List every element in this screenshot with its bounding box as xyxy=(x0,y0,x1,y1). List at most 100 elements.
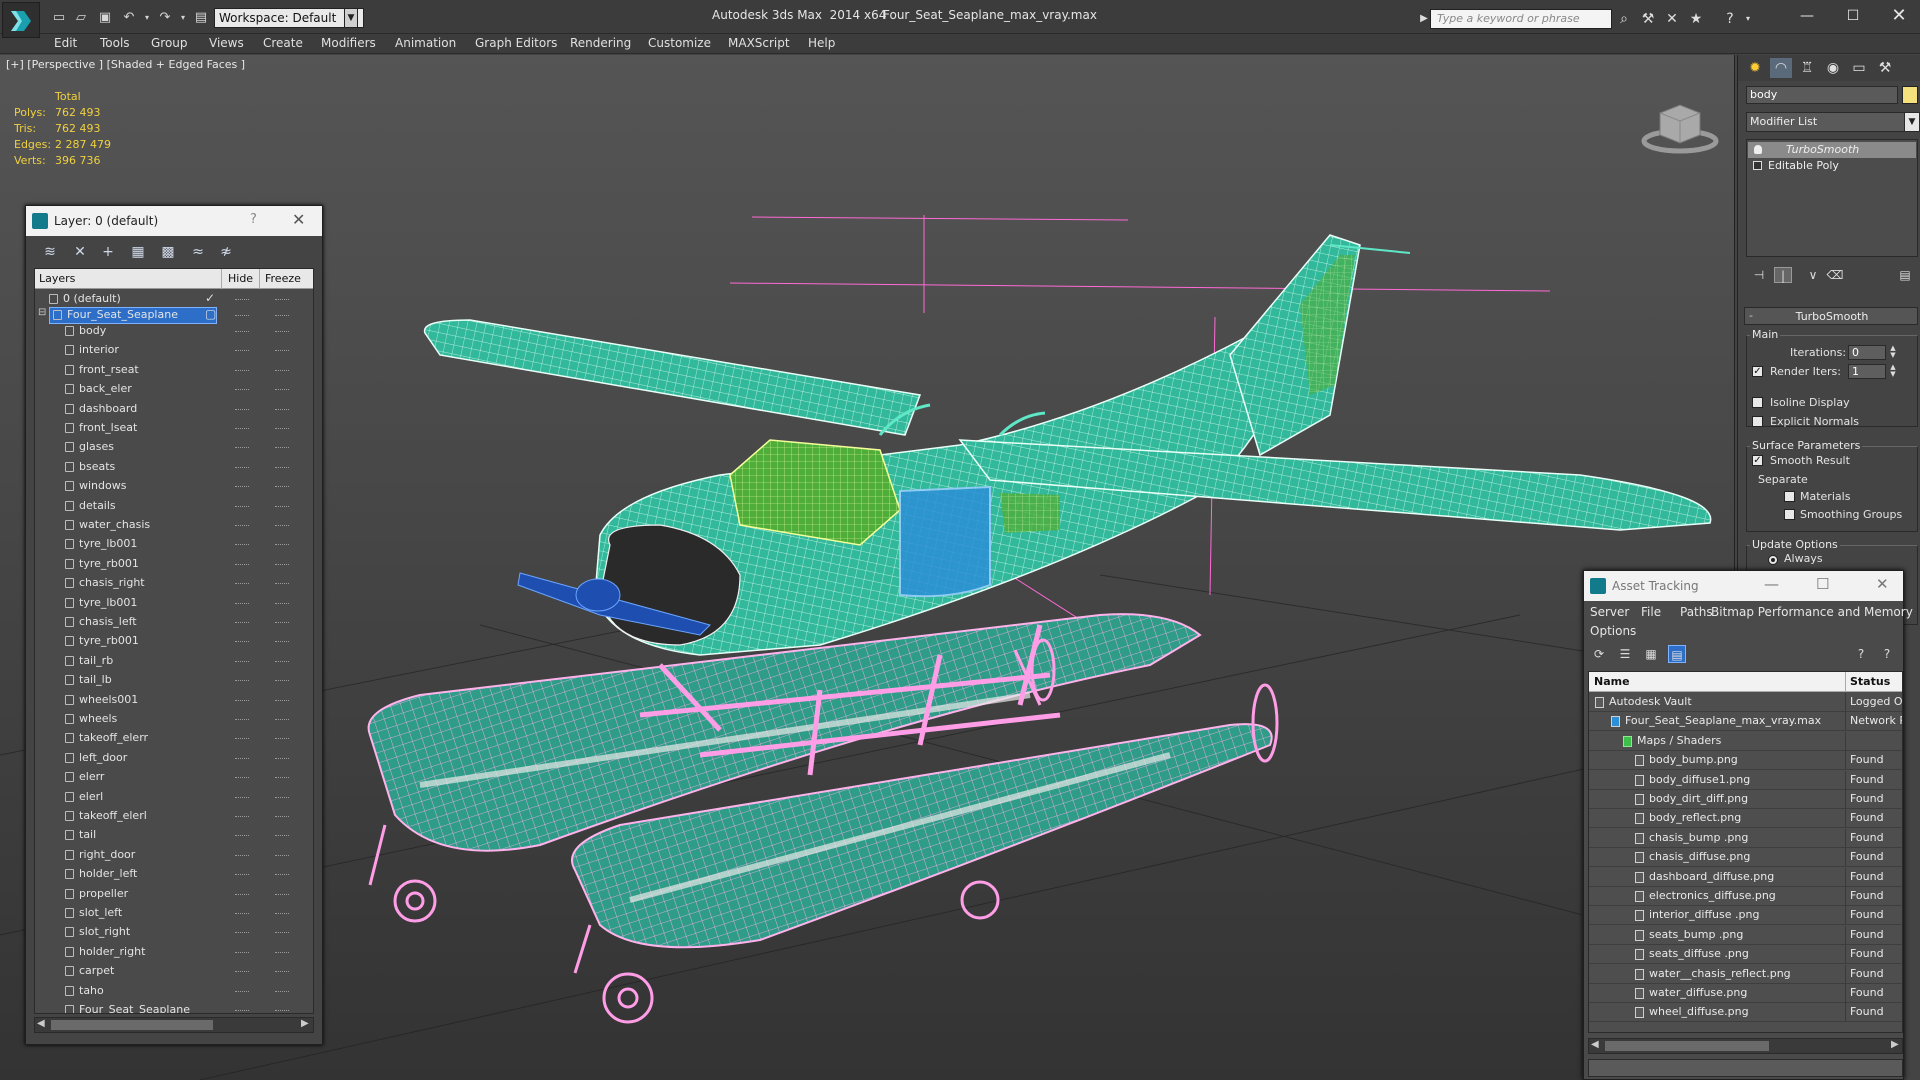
layer-object-row[interactable]: elerr xyxy=(35,768,313,787)
layer-object-row[interactable]: windows xyxy=(35,477,313,496)
stack-item-editable-poly[interactable]: Editable Poly xyxy=(1748,158,1916,174)
layer-object-row[interactable]: wheels001 xyxy=(35,691,313,710)
hide-toggle[interactable] xyxy=(235,796,249,798)
layer-object-row[interactable]: details xyxy=(35,497,313,516)
layer-object-row[interactable]: chasis_right xyxy=(35,574,313,593)
hide-toggle[interactable] xyxy=(235,447,249,449)
minimize-button[interactable]: — xyxy=(1792,4,1822,28)
freeze-toggle[interactable] xyxy=(275,660,289,662)
close-button[interactable]: ✕ xyxy=(1876,575,1889,593)
menu-views[interactable]: Views xyxy=(209,36,244,50)
column-layers[interactable]: Layers xyxy=(39,272,75,285)
column-status[interactable]: Status xyxy=(1850,675,1890,688)
layer-object-row[interactable]: back_eler xyxy=(35,380,313,399)
freeze-toggle[interactable] xyxy=(275,874,289,876)
explicit-normals-checkbox[interactable] xyxy=(1752,416,1763,427)
freeze-toggle[interactable] xyxy=(275,777,289,779)
hide-toggle[interactable] xyxy=(235,315,249,316)
menu-rendering[interactable]: Rendering xyxy=(570,36,631,50)
lightbulb-icon[interactable] xyxy=(1754,145,1762,154)
modify-tab-icon[interactable]: ◠ xyxy=(1770,58,1792,78)
layer-close-button[interactable]: ✕ xyxy=(292,210,305,229)
hide-toggle[interactable] xyxy=(235,971,249,973)
menu-create[interactable]: Create xyxy=(263,36,303,50)
hide-toggle[interactable] xyxy=(235,854,249,856)
show-end-result-icon[interactable]: | xyxy=(1774,267,1792,283)
help-tooltip-icon[interactable]: ? xyxy=(1878,645,1896,663)
open-file-icon[interactable]: ▱ xyxy=(72,9,90,27)
freeze-toggle[interactable] xyxy=(275,971,289,973)
asset-row[interactable]: chasis_bump .png Found xyxy=(1589,828,1902,848)
hide-toggle[interactable] xyxy=(235,428,249,429)
display-tab-icon[interactable]: ▭ xyxy=(1848,58,1870,78)
menu-group[interactable]: Group xyxy=(151,36,188,50)
hide-toggle[interactable] xyxy=(235,299,249,300)
remove-modifier-icon[interactable]: ⌫ xyxy=(1826,267,1844,283)
minimize-button[interactable]: — xyxy=(1764,575,1779,593)
hide-toggle[interactable] xyxy=(235,505,249,507)
hide-toggle[interactable] xyxy=(235,331,249,332)
layer-object-row[interactable]: holder_left xyxy=(35,865,313,884)
hierarchy-tab-icon[interactable]: ♖ xyxy=(1796,58,1818,78)
hide-toggle[interactable] xyxy=(235,874,249,876)
hide-toggle[interactable] xyxy=(235,525,249,526)
viewport-label-menu[interactable]: [+] [Perspective ] [Shaded + Edged Faces… xyxy=(6,58,245,71)
iterations-spinner[interactable]: 0 xyxy=(1848,345,1886,360)
asset-row[interactable]: body_bump.png Found xyxy=(1589,751,1902,771)
hide-toggle[interactable] xyxy=(235,951,249,953)
freeze-toggle[interactable] xyxy=(275,990,289,992)
hide-toggle[interactable] xyxy=(235,1010,249,1011)
freeze-toggle[interactable] xyxy=(275,622,289,623)
asset-row[interactable]: water__chasis_reflect.png Found xyxy=(1589,964,1902,984)
configure-modifier-sets-icon[interactable]: ▤ xyxy=(1896,267,1914,283)
asset-row[interactable]: body_dirt_diff.png Found xyxy=(1589,790,1902,809)
app-logo-button[interactable] xyxy=(2,2,40,38)
hide-toggle[interactable] xyxy=(235,544,249,546)
subscription-icon[interactable]: ⚒ xyxy=(1638,9,1658,29)
menu-graph-editors[interactable]: Graph Editors xyxy=(475,36,557,50)
communication-center-icon[interactable]: ✕ xyxy=(1662,9,1682,29)
column-freeze[interactable]: Freeze xyxy=(265,272,301,285)
stack-item-turbosmooth[interactable]: TurboSmooth xyxy=(1748,142,1916,158)
spinner-arrows-icon[interactable]: ▲ ▼ xyxy=(1888,364,1898,379)
menu-server[interactable]: Server xyxy=(1590,605,1629,619)
scroll-right-icon[interactable]: ▶ xyxy=(1891,1039,1899,1050)
hide-toggle[interactable] xyxy=(235,719,249,720)
layer-object-row[interactable]: carpet xyxy=(35,962,313,981)
layer-horizontal-scrollbar[interactable]: ◀ ▶ xyxy=(34,1017,314,1033)
freeze-toggle[interactable] xyxy=(275,505,289,507)
asset-table[interactable]: Name Status Autodesk Vault Logged Out Four… xyxy=(1588,671,1903,1033)
menu-options[interactable]: Options xyxy=(1590,624,1636,638)
redo-icon[interactable]: ↷ xyxy=(156,9,174,27)
layer-settings-icon[interactable]: ≋ xyxy=(40,243,60,261)
layer-object-row[interactable]: taho xyxy=(35,982,313,1001)
smooth-result-checkbox[interactable]: ✓ xyxy=(1752,455,1763,466)
asset-row[interactable]: wheel_diffuse.png Found xyxy=(1589,1003,1902,1023)
freeze-toggle[interactable] xyxy=(275,525,289,526)
menu-edit[interactable]: Edit xyxy=(54,36,77,50)
layer-object-row[interactable]: tyre_lb001 xyxy=(35,535,313,554)
layer-object-row[interactable]: elerl xyxy=(35,788,313,807)
layer-object-row[interactable]: tail xyxy=(35,826,313,845)
highlight-selected-layer-icon[interactable]: ▩ xyxy=(158,243,178,261)
current-layer-check-icon[interactable]: ✓ xyxy=(205,291,215,305)
render-iters-spinner[interactable]: 1 xyxy=(1848,364,1886,379)
hide-toggle[interactable] xyxy=(235,602,249,604)
freeze-toggle[interactable] xyxy=(275,932,289,934)
menu-bitmap-performance[interactable]: Bitmap Performance and Memory xyxy=(1711,605,1913,619)
hide-toggle[interactable] xyxy=(235,369,249,371)
undo-icon[interactable]: ↶ xyxy=(120,9,138,27)
freeze-toggle[interactable] xyxy=(275,641,289,643)
freeze-toggle[interactable] xyxy=(275,447,289,449)
spinner-arrows-icon[interactable]: ▲ ▼ xyxy=(1888,345,1898,360)
freeze-toggle[interactable] xyxy=(275,466,289,468)
hide-toggle[interactable] xyxy=(235,680,249,682)
hide-toggle[interactable] xyxy=(235,563,249,565)
object-color-swatch[interactable] xyxy=(1902,86,1918,104)
undo-dropdown-icon[interactable]: ▾ xyxy=(138,9,156,27)
scroll-left-icon[interactable]: ◀ xyxy=(37,1018,45,1029)
freeze-toggle[interactable] xyxy=(275,428,289,429)
object-name-field[interactable]: body xyxy=(1746,86,1898,104)
scroll-left-icon[interactable]: ◀ xyxy=(1591,1039,1599,1050)
help-icon[interactable]: ? xyxy=(1720,9,1740,29)
